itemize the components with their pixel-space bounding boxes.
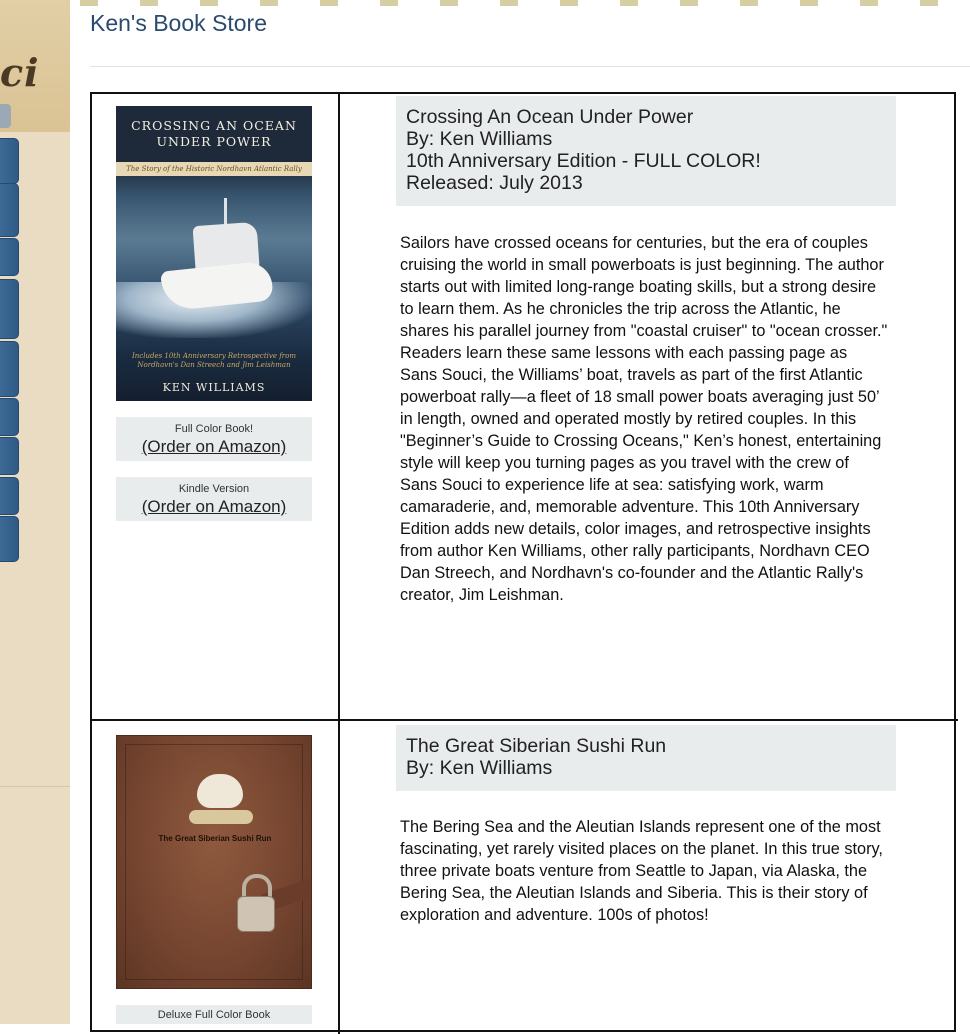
- order-box-full-color: Full Color Book! (Order on Amazon): [116, 417, 312, 461]
- cover-title: Crossing an Ocean Under Power: [131, 118, 297, 149]
- order-on-amazon-link[interactable]: (Order on Amazon): [116, 496, 312, 518]
- book-release-date: Released: July 2013: [406, 172, 583, 194]
- title-divider: [90, 66, 970, 67]
- sidebar-nav-tab-9[interactable]: [0, 516, 19, 562]
- site-logo[interactable]: ci: [0, 50, 40, 95]
- bear-icon: [197, 774, 243, 808]
- sidebar-divider: [0, 786, 70, 787]
- page-title: Ken's Book Store: [90, 10, 267, 36]
- cover-band: The Story of the Historic Nordhavn Atlan…: [116, 162, 312, 176]
- lock-icon: [237, 896, 275, 932]
- book-author: By: Ken Williams: [406, 128, 553, 150]
- sidebar-nav-tab-1[interactable]: [0, 138, 19, 184]
- sidebar-nav-tab-3[interactable]: [0, 238, 19, 276]
- book-description: The Bering Sea and the Aleutian Islands …: [400, 818, 883, 924]
- order-box-kindle: Kindle Version (Order on Amazon): [116, 477, 312, 521]
- sidebar-nav-tab-4[interactable]: [0, 279, 19, 339]
- cover-subtitle: Includes 10th Anniversary Retrospective …: [132, 352, 296, 369]
- book-cover-siberian-sushi-run[interactable]: The Great Siberian Sushi Run: [116, 735, 312, 989]
- sidebar-nav-tab-5[interactable]: [0, 341, 19, 397]
- cover-title: The Great Siberian Sushi Run: [158, 834, 272, 843]
- book-edition: 10th Anniversary Edition - FULL COLOR!: [406, 150, 761, 172]
- book-cover-crossing-an-ocean[interactable]: Crossing an Ocean Under Power The Story …: [116, 106, 312, 401]
- top-decorative-strip: [80, 0, 970, 6]
- left-sidebar: ci: [0, 0, 70, 1024]
- sidebar-nav-tab-6[interactable]: [0, 398, 19, 436]
- order-on-amazon-link[interactable]: (Order on Amazon): [116, 436, 312, 458]
- book-title: The Great Siberian Sushi Run: [406, 735, 667, 757]
- sidebar-nav-tab-8[interactable]: [0, 477, 19, 515]
- bear-base: [189, 810, 253, 824]
- order-caption: Full Color Book!: [174, 423, 254, 435]
- order-caption: Deluxe Full Color Book: [157, 1009, 271, 1021]
- table-row-divider: [92, 719, 958, 721]
- book-title: Crossing An Ocean Under Power: [406, 106, 694, 128]
- book-author: By: Ken Williams: [406, 757, 553, 779]
- cover-author: KEN WILLIAMS: [162, 381, 266, 394]
- order-caption: Kindle Version: [178, 483, 250, 495]
- sidebar-small-tab[interactable]: [0, 104, 11, 128]
- order-box-deluxe: Deluxe Full Color Book: [116, 1005, 312, 1024]
- table-column-divider: [338, 94, 340, 1034]
- sidebar-nav-tab-2[interactable]: [0, 183, 19, 237]
- book-description: Sailors have crossed oceans for centurie…: [400, 234, 888, 604]
- book-header: Crossing An Ocean Under Power By: Ken Wi…: [396, 96, 896, 206]
- book-header: The Great Siberian Sushi Run By: Ken Wil…: [396, 725, 896, 791]
- sidebar-nav-tab-7[interactable]: [0, 437, 19, 475]
